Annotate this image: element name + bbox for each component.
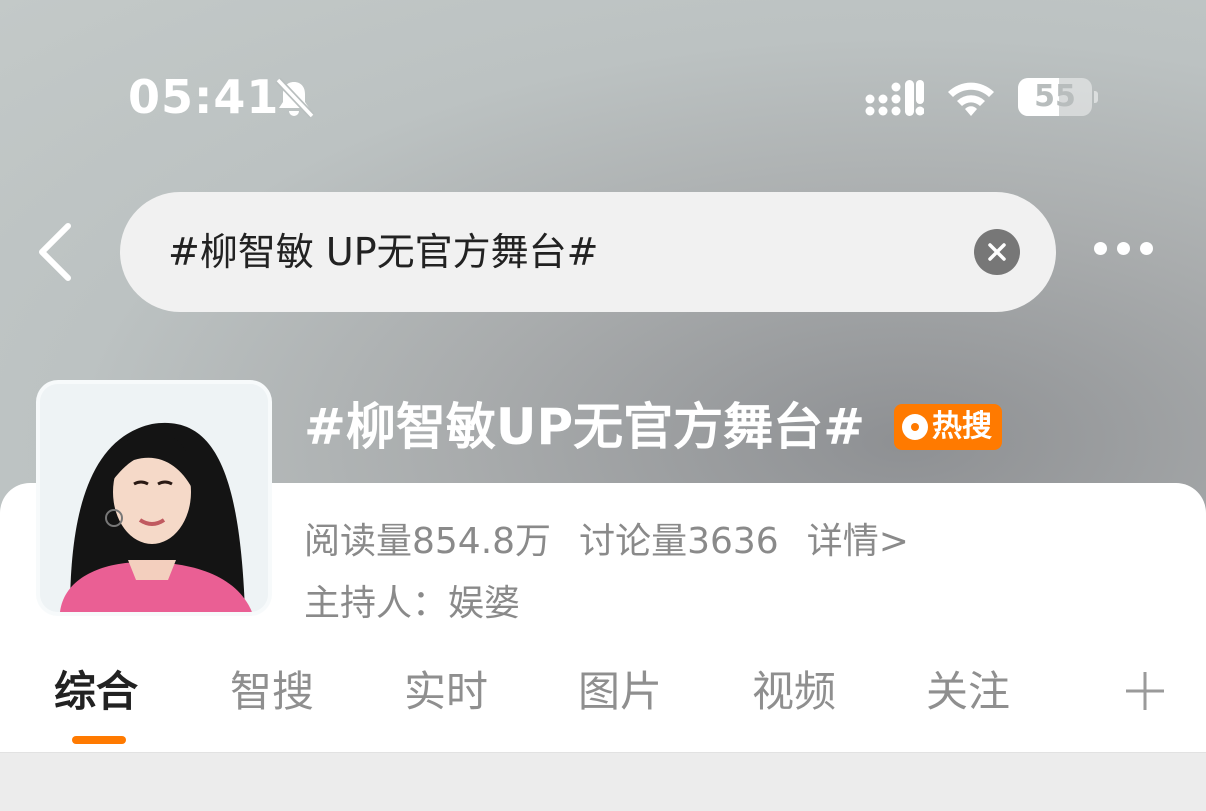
add-tab-icon[interactable] bbox=[1124, 670, 1166, 712]
clear-search-button[interactable] bbox=[974, 229, 1020, 275]
hot-search-label: 热搜 bbox=[932, 409, 992, 444]
hot-icon bbox=[902, 414, 928, 440]
more-dot bbox=[1140, 242, 1153, 255]
search-query[interactable]: #柳智敏 UP无官方舞台# bbox=[168, 192, 599, 312]
topic-avatar[interactable] bbox=[36, 380, 272, 616]
search-bar[interactable]: #柳智敏 UP无官方舞台# bbox=[120, 192, 1056, 312]
details-link[interactable]: 详情> bbox=[807, 521, 909, 562]
more-dot bbox=[1094, 242, 1107, 255]
topic-stats: 阅读量854.8万 讨论量3636 详情> bbox=[304, 512, 937, 564]
wifi-icon bbox=[948, 82, 994, 116]
active-tab-indicator bbox=[72, 736, 126, 744]
avatar-image bbox=[40, 384, 268, 612]
battery-icon: 55 bbox=[1018, 78, 1092, 116]
status-time: 05:41 bbox=[128, 70, 280, 124]
bell-off-icon bbox=[275, 77, 315, 119]
back-button[interactable] bbox=[34, 222, 78, 282]
topic-title: #柳智敏UP无官方舞台# bbox=[304, 398, 866, 456]
tab-smart-search[interactable]: 智搜 bbox=[230, 664, 314, 720]
battery-tip bbox=[1094, 91, 1098, 103]
tab-following[interactable]: 关注 bbox=[926, 664, 1010, 720]
hot-search-badge[interactable]: 热搜 bbox=[894, 404, 1002, 450]
more-dot bbox=[1117, 242, 1130, 255]
tab-comprehensive[interactable]: 综合 bbox=[54, 664, 138, 720]
battery-percentage: 55 bbox=[1034, 79, 1076, 114]
more-options-button[interactable] bbox=[1094, 240, 1166, 264]
topic-host[interactable]: 主持人：娱婆 bbox=[304, 574, 520, 626]
read-count: 阅读量854.8万 bbox=[304, 521, 552, 562]
tab-videos[interactable]: 视频 bbox=[752, 664, 836, 720]
close-icon bbox=[988, 243, 1006, 261]
tabs-divider bbox=[0, 752, 1206, 753]
discussion-count: 讨论量3636 bbox=[579, 521, 779, 562]
tab-images[interactable]: 图片 bbox=[578, 664, 662, 720]
tab-realtime[interactable]: 实时 bbox=[404, 664, 488, 720]
signal-icon bbox=[865, 80, 924, 116]
